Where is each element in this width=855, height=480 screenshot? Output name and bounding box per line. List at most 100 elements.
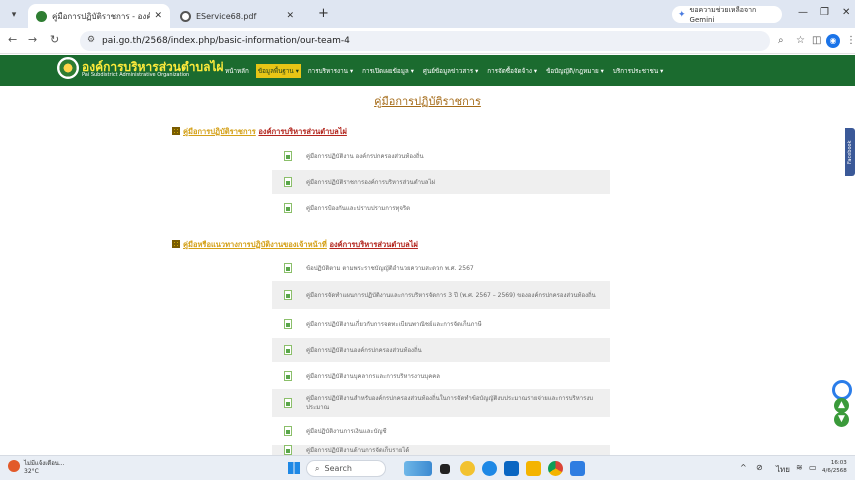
list-item[interactable]: คู่มือการปฏิบัติงาน องค์กรปกครองส่วนท้อง… (272, 146, 610, 166)
menu-icon[interactable]: ⋮ (846, 35, 855, 46)
document-link[interactable]: คู่มือการปฏิบัติงานสำหรับองค์กรปกครองส่ว… (306, 390, 610, 416)
page-title: คู่มือการปฏิบัติราชการ (374, 95, 481, 108)
gemini-sparkle-icon: ✦ (678, 9, 686, 20)
chrome-icon[interactable] (548, 461, 563, 476)
list-item[interactable]: คู่มือการปฏิบัติงานด้านการจัดเก็บรายได้ (272, 445, 610, 455)
document-link[interactable]: คู่มือปฏิบัติงานการเงินและบัญชี (306, 423, 393, 440)
outlook-icon[interactable] (570, 461, 585, 476)
close-icon[interactable]: ✕ (154, 11, 162, 21)
nav-item-disclosure[interactable]: การเปิดเผยข้อมูล ▾ (360, 64, 416, 78)
document-icon (284, 203, 292, 213)
list-item[interactable]: ข้อปฏิบัติตาม ตามพระราชบัญญัติอำนวยความส… (272, 258, 610, 278)
section-heading: คู่มือหรือแนวทางการปฏิบัติงานของเจ้าหน้า… (172, 239, 418, 251)
battery-icon[interactable]: ▭ (809, 463, 817, 472)
section-title-a[interactable]: คู่มือหรือแนวทางการปฏิบัติงานของเจ้าหน้า… (183, 240, 327, 249)
forward-icon[interactable]: → (28, 33, 37, 46)
weather-text: ไม่มีแจ้งเตือน... (24, 460, 65, 467)
restore-button[interactable]: ❐ (820, 7, 829, 18)
document-link[interactable]: คู่มือการปฏิบัติงานเกี่ยวกับการจดทะเบียน… (306, 316, 488, 333)
tab-search-button[interactable]: ▾ (6, 7, 22, 23)
document-link[interactable]: คู่มือการปฏิบัติงานบุคลากรและการบริหารงา… (306, 368, 446, 385)
taskbar-search[interactable]: ⌕ Search (306, 460, 386, 477)
document-link[interactable]: คู่มือการปฏิบัติงาน องค์กรปกครองส่วนท้อง… (306, 148, 430, 165)
nav-item-services[interactable]: บริการประชาชน ▾ (611, 64, 665, 78)
zoom-icon[interactable]: ⌕ (778, 35, 784, 46)
document-icon (284, 290, 292, 300)
system-clock[interactable]: 16:03 4/6/2568 (822, 459, 847, 475)
gemini-button[interactable]: ✦ ขอความช่วยเหลือจาก Gemini (672, 6, 782, 24)
windows-start-icon[interactable] (288, 462, 300, 474)
document-icon (284, 177, 292, 187)
profile-avatar[interactable]: ◉ (826, 34, 840, 48)
address-bar[interactable]: ⚙ pai.go.th/2568/index.php/basic-informa… (80, 31, 770, 51)
nav-item-regulations[interactable]: ข้อบัญญัติ/กฎหมาย ▾ (544, 64, 606, 78)
edge-icon[interactable] (482, 461, 497, 476)
url-text: pai.go.th/2568/index.php/basic-informati… (102, 36, 350, 46)
nav-item-administration[interactable]: การบริหารงาน ▾ (306, 64, 355, 78)
copilot-icon[interactable] (460, 461, 475, 476)
weather-icon[interactable] (8, 460, 20, 472)
list-item[interactable]: คู่มือการปฏิบัติงานเกี่ยวกับการจดทะเบียน… (272, 314, 610, 334)
close-icon[interactable]: ✕ (286, 11, 294, 21)
list-item[interactable]: คู่มือการจัดทำแผนการปฏิบัติงานและการบริห… (272, 281, 610, 309)
back-icon[interactable]: ← (8, 33, 17, 46)
reload-icon[interactable]: ↻ (50, 33, 59, 46)
document-link[interactable]: คู่มือการปฏิบัติราชการองค์การบริหารส่วนต… (306, 174, 441, 191)
bookmark-star-icon[interactable]: ☆ (796, 35, 805, 46)
chat-icon[interactable] (832, 380, 852, 400)
chevron-up-icon[interactable]: ^ (740, 463, 747, 472)
site-name-english: Pai Subdistrict Administrative Organizat… (82, 72, 190, 78)
document-link[interactable]: คู่มือการปฏิบัติงานด้านการจัดเก็บรายได้ (306, 445, 415, 455)
globe-icon (180, 10, 191, 22)
close-window-button[interactable]: ✕ (842, 7, 850, 18)
scroll-up-icon[interactable]: ▲ (834, 398, 849, 413)
document-icon (284, 263, 292, 273)
list-item[interactable]: คู่มือการปฏิบัติราชการองค์การบริหารส่วนต… (272, 170, 610, 194)
site-info-icon[interactable]: ⚙ (87, 35, 95, 45)
language-indicator[interactable]: ไทย (776, 463, 790, 476)
weather-temp: 32°C (24, 468, 39, 475)
nav-item-home[interactable]: หน้าหลัก (223, 64, 251, 78)
wifi-icon[interactable]: ≋ (796, 463, 803, 472)
tab-active[interactable]: คู่มือการปฏิบัติราชการ - องค์การบริ ✕ (28, 4, 170, 28)
document-link[interactable]: ข้อปฏิบัติตาม ตามพระราชบัญญัติอำนวยความส… (306, 260, 480, 277)
document-link[interactable]: คู่มือการจัดทำแผนการปฏิบัติงานและการบริห… (306, 287, 602, 304)
clock-date: 4/6/2568 (822, 468, 847, 474)
minimize-button[interactable]: — (798, 7, 808, 18)
tab-title: EService68.pdf (196, 11, 257, 21)
list-item[interactable]: คู่มือปฏิบัติงานการเงินและบัญชี (272, 421, 610, 441)
document-icon (284, 345, 292, 355)
task-view-icon[interactable] (440, 464, 450, 474)
store-icon[interactable] (504, 461, 519, 476)
section-title-a[interactable]: คู่มือการปฏิบัติราชการ (183, 127, 256, 136)
file-explorer-icon[interactable] (526, 461, 541, 476)
section-title-b[interactable]: องค์การบริหารส่วนตำบลไผ่ (329, 240, 417, 249)
document-icon (284, 445, 292, 455)
site-logo[interactable] (57, 57, 79, 79)
new-tab-button[interactable]: + (318, 7, 329, 21)
list-item[interactable]: คู่มือการปฏิบัติงานบุคลากรและการบริหารงา… (272, 366, 610, 386)
nav-item-news[interactable]: ศูนย์ข้อมูลข่าวสาร ▾ (421, 64, 480, 78)
search-icon: ⌕ (315, 463, 320, 473)
document-icon (284, 319, 292, 329)
tab-title: คู่มือการปฏิบัติราชการ - องค์การบริ (52, 11, 151, 21)
list-item[interactable]: คู่มือการปฏิบัติงานสำหรับองค์กรปกครองส่ว… (272, 389, 610, 417)
extensions-icon[interactable]: ◫ (812, 35, 821, 46)
widgets-icon[interactable] (404, 461, 432, 476)
section-heading: คู่มือการปฏิบัติราชการ องค์การบริหารส่วน… (172, 126, 347, 138)
site-header: องค์การบริหารส่วนตำบลไผ่ Pai Subdistrict… (0, 55, 855, 86)
document-link[interactable]: คู่มือการปฏิบัติงานองค์กรปกครองส่วนท้องถ… (306, 342, 428, 359)
weather-widget[interactable]: ไม่มีแจ้งเตือน... 32°C (24, 460, 65, 476)
nav-item-basic-info[interactable]: ข้อมูลพื้นฐาน ▾ (255, 64, 301, 78)
list-item[interactable]: คู่มือการป้องกันและปราบปรามการทุจริต (272, 198, 610, 218)
section-title-b[interactable]: องค์การบริหารส่วนตำบลไผ่ (258, 127, 346, 136)
nav-item-procurement[interactable]: การจัดซื้อจัดจ้าง ▾ (485, 64, 539, 78)
network-icon[interactable]: ⊘ (756, 463, 763, 472)
document-icon (284, 398, 292, 408)
facebook-tab[interactable]: Facebook (845, 128, 855, 176)
scroll-down-icon[interactable]: ▼ (834, 412, 849, 427)
gemini-label: ขอความช่วยเหลือจาก Gemini (689, 6, 757, 24)
document-link[interactable]: คู่มือการป้องกันและปราบปรามการทุจริต (306, 200, 416, 217)
tab-pdf[interactable]: EService68.pdf ✕ (172, 4, 302, 28)
list-item[interactable]: คู่มือการปฏิบัติงานองค์กรปกครองส่วนท้องถ… (272, 338, 610, 362)
